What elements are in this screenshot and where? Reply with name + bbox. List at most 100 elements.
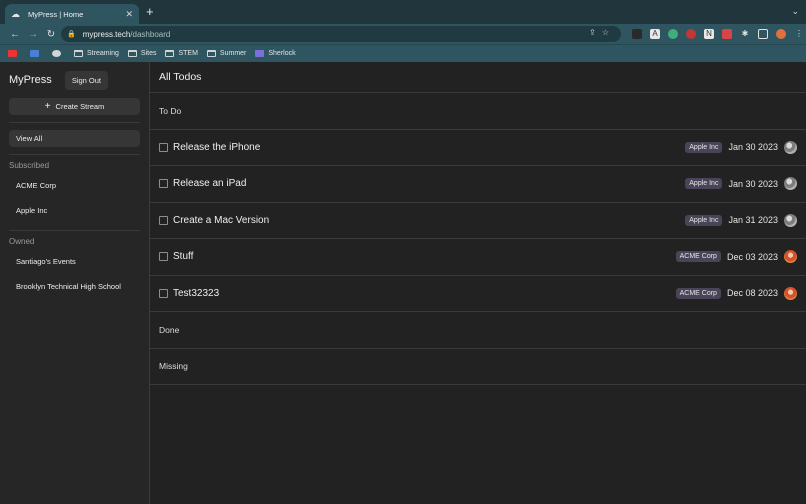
- todo-title: Stuff: [173, 251, 194, 263]
- sign-out-button[interactable]: Sign Out: [64, 70, 108, 90]
- todo-title: Release an iPad: [173, 178, 247, 190]
- extension-icons: A N ✱ ⋮: [632, 27, 806, 41]
- sidebar-item-acme-corp[interactable]: ACME Corp: [9, 173, 140, 198]
- share-star-icons[interactable]: ⇪☆: [589, 28, 615, 37]
- folder-icon: [74, 50, 83, 57]
- avatar: [784, 177, 797, 191]
- todo-checkbox[interactable]: [159, 179, 168, 189]
- forward-arrow-icon[interactable]: →: [24, 29, 42, 40]
- extension-icon[interactable]: [632, 29, 642, 39]
- tab-title: MyPress | Home: [28, 9, 84, 19]
- stream-badge: Apple Inc: [685, 214, 723, 226]
- due-date: Dec 03 2023: [726, 251, 778, 262]
- stream-badge: ACME Corp: [675, 251, 721, 263]
- tab-search-chevron-icon[interactable]: ⌄: [791, 6, 799, 17]
- sidebar-item-apple-inc[interactable]: Apple Inc: [9, 198, 140, 223]
- create-stream-button[interactable]: + Create Stream: [9, 98, 140, 115]
- browser-toolbar: ← → ↻ 🔒 mypress.tech/dashboard ⇪☆ A N ✱ …: [0, 24, 806, 44]
- todo-title: Release the iPhone: [173, 141, 261, 153]
- new-tab-button[interactable]: +: [146, 5, 154, 19]
- folder-icon: [206, 50, 216, 57]
- due-date: Jan 31 2023: [728, 215, 778, 226]
- folder-icon: [127, 50, 137, 57]
- kebab-menu-icon[interactable]: ⋮: [794, 29, 804, 39]
- page-title: All Todos: [150, 62, 806, 93]
- brand-title: MyPress: [9, 74, 52, 86]
- extension-n-icon[interactable]: N: [704, 29, 714, 39]
- main-content: All Todos To Do Release the iPhone Apple…: [150, 62, 806, 504]
- puzzle-icon[interactable]: ✱: [740, 29, 750, 39]
- divider: [9, 154, 140, 155]
- sherlock-bookmark-icon: [255, 50, 265, 57]
- bookmark-4[interactable]: Sherlock: [255, 50, 296, 57]
- divider: [9, 230, 140, 231]
- bookmark-label: STEM: [178, 50, 198, 57]
- todo-row[interactable]: Stuff ACME Corp Dec 03 2023: [150, 239, 806, 276]
- tab-close-icon[interactable]: ✕: [125, 9, 133, 20]
- address-bar[interactable]: 🔒 mypress.tech/dashboard ⇪☆: [61, 26, 621, 42]
- create-stream-label: Create Stream: [55, 102, 105, 111]
- youtube-icon: [8, 50, 17, 57]
- bookmark-leaf[interactable]: [52, 50, 65, 57]
- todo-title: Test32323: [173, 287, 220, 299]
- url-path: /dashboard: [130, 29, 171, 39]
- mypress-favicon-icon: ☁: [11, 9, 20, 19]
- bookmark-3[interactable]: Summer: [206, 50, 247, 57]
- group-header-done[interactable]: Done: [150, 312, 806, 349]
- bookmark-2[interactable]: STEM: [165, 50, 198, 57]
- folder-icon: [165, 50, 175, 57]
- bookmark-label: Sherlock: [268, 50, 296, 57]
- reload-icon[interactable]: ↻: [42, 29, 60, 40]
- profile-avatar[interactable]: [776, 29, 786, 39]
- bookmark-label: Sites: [140, 50, 157, 57]
- todo-checkbox[interactable]: [159, 288, 168, 298]
- todo-title: Create a Mac Version: [173, 214, 270, 226]
- avatar: [784, 213, 797, 227]
- bookmark-1[interactable]: Sites: [127, 50, 157, 57]
- owned-heading: Owned: [9, 237, 35, 246]
- view-all-button[interactable]: View All: [9, 130, 140, 147]
- bookmarks-bar: Streaming Sites STEM Summer Sherlock: [0, 44, 806, 62]
- bookmark-label: Streaming: [87, 50, 119, 57]
- side-panel-icon[interactable]: [758, 29, 768, 39]
- avatar: [784, 250, 797, 264]
- stream-badge: ACME Corp: [675, 287, 721, 299]
- due-date: Jan 30 2023: [728, 178, 778, 189]
- stream-badge: Apple Inc: [685, 178, 723, 190]
- url-host: mypress.tech: [82, 29, 131, 39]
- plus-icon: +: [44, 100, 51, 112]
- sidebar-item-brooklyn-tech[interactable]: Brooklyn Technical High School: [9, 274, 140, 299]
- extension-red-icon[interactable]: [686, 29, 696, 39]
- todo-checkbox[interactable]: [159, 142, 168, 152]
- app: MyPress Sign Out + Create Stream View Al…: [0, 62, 806, 504]
- lock-icon: 🔒: [67, 31, 76, 38]
- bookmark-blue-icon: [30, 50, 39, 57]
- todo-row[interactable]: Release the iPhone Apple Inc Jan 30 2023: [150, 130, 806, 166]
- browser-tabstrip: ☁ MyPress | Home ✕ + ⌄: [0, 0, 806, 24]
- sidebar: MyPress Sign Out + Create Stream View Al…: [0, 62, 150, 504]
- todo-row[interactable]: Release an iPad Apple Inc Jan 30 2023: [150, 166, 806, 203]
- extension-green-icon[interactable]: [668, 29, 678, 39]
- bookmark-youtube[interactable]: [8, 50, 21, 57]
- todo-row[interactable]: Test32323 ACME Corp Dec 08 2023: [150, 276, 806, 312]
- bookmark-label: Summer: [219, 50, 247, 57]
- extension-flag-icon[interactable]: [722, 29, 732, 39]
- back-arrow-icon[interactable]: ←: [6, 29, 24, 40]
- group-header-missing[interactable]: Missing: [150, 349, 806, 385]
- extension-a-icon[interactable]: A: [650, 29, 660, 39]
- subscribed-heading: Subscribed: [9, 161, 50, 170]
- due-date: Dec 08 2023: [726, 288, 778, 299]
- sidebar-item-santiagos-events[interactable]: Santiago's Events: [9, 249, 140, 274]
- todo-row[interactable]: Create a Mac Version Apple Inc Jan 31 20…: [150, 203, 806, 239]
- todo-checkbox[interactable]: [159, 215, 168, 225]
- sidebar-header: MyPress Sign Out: [9, 62, 140, 98]
- leaf-icon: [52, 50, 61, 57]
- bookmark-blue[interactable]: [30, 50, 43, 57]
- todo-checkbox[interactable]: [159, 252, 168, 262]
- due-date: Jan 30 2023: [728, 142, 778, 153]
- stream-badge: Apple Inc: [685, 141, 723, 153]
- browser-tab[interactable]: ☁ MyPress | Home ✕: [5, 4, 139, 24]
- divider: [9, 122, 140, 123]
- group-header-todo[interactable]: To Do: [150, 93, 806, 130]
- bookmark-0[interactable]: Streaming: [74, 50, 119, 57]
